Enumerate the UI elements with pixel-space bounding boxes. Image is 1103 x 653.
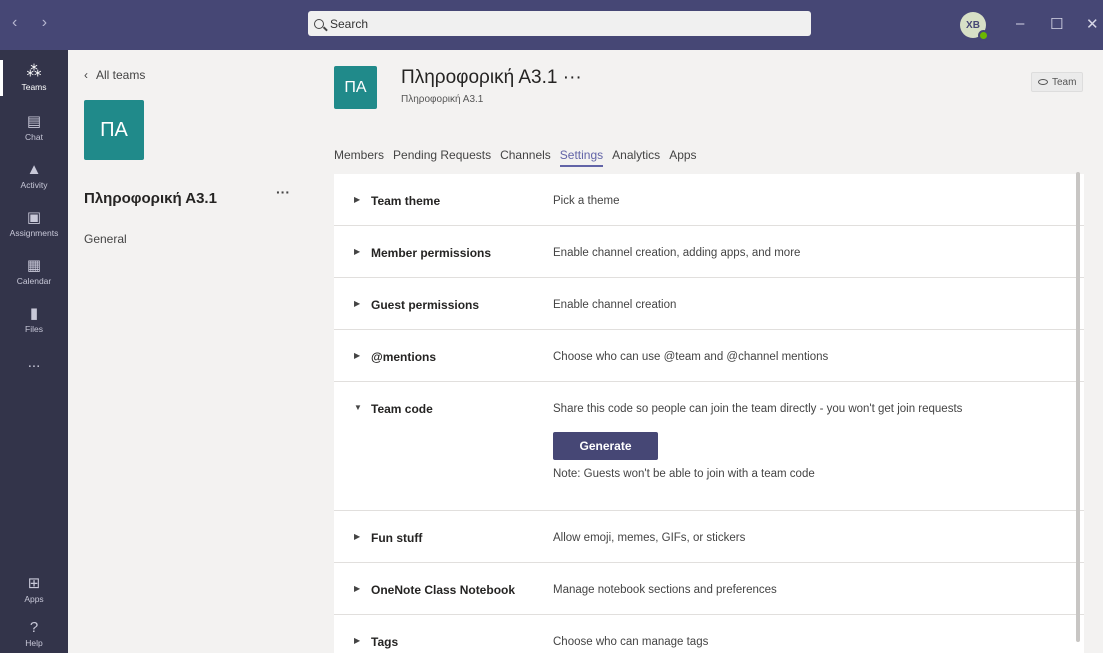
avatar[interactable]: XB [960,12,989,41]
caret-down-icon: ▼ [354,403,362,412]
settings-row-fun-stuff[interactable]: ▶ Fun stuff Allow emoji, memes, GIFs, or… [334,511,1084,563]
minimize-button[interactable]: – [1016,15,1024,32]
team-avatar: ΠΑ [84,100,144,160]
rail-item-teams[interactable]: ⁂ Teams [0,54,68,102]
setting-description: Allow emoji, memes, GIFs, or stickers [553,532,746,544]
tab-members[interactable]: Members [334,148,384,167]
tab-apps[interactable]: Apps [669,148,696,167]
setting-description: Choose who can manage tags [553,636,709,648]
rail-item-activity[interactable]: ▲ Activity [0,152,68,200]
page-title: Πληροφορική Α3.1 ··· [401,67,582,88]
rail-item-help[interactable]: ? Help [0,610,68,653]
settings-row-member-permissions[interactable]: ▶ Member permissions Enable channel crea… [334,226,1084,278]
settings-row-team-code[interactable]: ▼ Team code Share this code so people ca… [334,382,1084,511]
rail-label: Teams [21,82,47,92]
rail-label: Activity [20,180,48,190]
tab-pending-requests[interactable]: Pending Requests [393,148,491,167]
team-code-note: Note: Guests won't be able to join with … [553,468,815,480]
caret-right-icon: ▶ [354,195,361,204]
presence-available-icon [978,30,989,41]
caret-right-icon: ▶ [354,299,361,308]
setting-description: Pick a theme [553,195,620,207]
tab-settings[interactable]: Settings [559,148,604,167]
rail-item-files[interactable]: ▮ Files [0,296,68,344]
search-input[interactable]: Search [308,11,811,36]
team-name: Πληροφορική Α3.1 [84,190,217,207]
setting-description: Manage notebook sections and preferences [553,584,777,596]
teams-icon: ⁂ [26,63,42,80]
caret-right-icon: ▶ [354,584,361,593]
setting-description: Choose who can use @team and @channel me… [553,351,829,363]
more-icon: ... [27,354,41,371]
rail-label: Calendar [16,276,52,286]
team-avatar-small: ΠΑ [334,66,377,109]
setting-title: Member permissions [371,246,492,260]
chat-icon: ▤ [26,113,42,130]
rail-item-apps[interactable]: ⊞ Apps [0,566,68,614]
tab-channels[interactable]: Channels [500,148,551,167]
badge-label: Team [1052,76,1077,88]
setting-description: Share this code so people can join the t… [553,403,963,415]
caret-right-icon: ▶ [354,532,361,541]
app-bar: ⁂ Teams ▤ Chat ▲ Activity ▣ Assignments … [0,50,68,653]
settings-row-team-theme[interactable]: ▶ Team theme Pick a theme [334,174,1084,226]
settings-scrollbar[interactable] [1076,172,1080,642]
setting-title: @mentions [371,350,437,364]
bell-icon: ▲ [26,161,42,178]
settings-row-onenote-class-notebook[interactable]: ▶ OneNote Class Notebook Manage notebook… [334,563,1084,615]
tab-analytics[interactable]: Analytics [612,148,660,167]
avatar-initials: XB [966,19,980,31]
channel-item-general[interactable]: General [84,232,127,246]
settings-row-tags[interactable]: ▶ Tags Choose who can manage tags [334,615,1084,653]
setting-description: Enable channel creation, adding apps, an… [553,247,801,259]
maximize-button[interactable]: ☐ [1050,15,1063,33]
setting-title: Team theme [371,194,441,208]
team-visibility-badge: Team [1031,72,1084,92]
close-button[interactable]: ✕ [1086,15,1099,33]
more-apps-button[interactable]: ... [0,340,68,388]
title-bar: ‹ › Search XB – ☐ ✕ [0,0,1103,50]
back-forward-arrows[interactable]: ‹ › [12,14,57,32]
all-teams-link[interactable]: ‹ All teams [84,68,145,82]
rail-label: Files [25,324,43,334]
rail-label: Assignments [9,228,59,238]
apps-icon: ⊞ [27,575,41,592]
settings-row-mentions[interactable]: ▶ @mentions Choose who can use @team and… [334,330,1084,382]
caret-right-icon: ▶ [354,636,361,645]
rail-label: Apps [24,594,44,604]
main-content: ΠΑ Πληροφορική Α3.1 ··· Πληροφορική Α3.1… [304,50,1103,653]
tab-bar: Members Pending Requests Channels Settin… [334,148,706,167]
caret-right-icon: ▶ [354,247,361,256]
search-icon [314,18,324,29]
search-placeholder: Search [330,16,369,31]
team-panel: ‹ All teams ΠΑ Πληροφορική Α3.1 ··· Gener… [68,50,304,653]
assignments-icon: ▣ [26,209,42,226]
settings-row-guest-permissions[interactable]: ▶ Guest permissions Enable channel creat… [334,278,1084,330]
settings-list: ▶ Team theme Pick a theme ▶ Member permi… [334,174,1084,653]
page-subtitle: Πληροφορική Α3.1 [401,94,484,105]
caret-right-icon: ▶ [354,351,361,360]
all-teams-label: All teams [96,68,146,82]
generate-button[interactable]: Generate [553,432,658,460]
rail-item-chat[interactable]: ▤ Chat [0,104,68,152]
setting-title: OneNote Class Notebook [371,583,516,597]
rail-item-assignments[interactable]: ▣ Assignments [0,200,68,248]
rail-item-calendar[interactable]: ▦ Calendar [0,248,68,296]
file-icon: ▮ [29,305,39,322]
setting-description: Enable channel creation [553,299,677,311]
setting-title: Tags [371,635,399,649]
chevron-left-icon: ‹ [84,68,88,82]
rail-label: Chat [25,132,43,142]
setting-title: Guest permissions [371,298,480,312]
rail-label: Help [25,638,43,648]
setting-title: Team code [371,402,433,416]
team-more-options-button[interactable]: ··· [276,184,290,200]
help-icon: ? [29,619,39,636]
setting-title: Fun stuff [371,531,423,545]
calendar-icon: ▦ [26,257,42,274]
eye-icon [1038,79,1048,85]
